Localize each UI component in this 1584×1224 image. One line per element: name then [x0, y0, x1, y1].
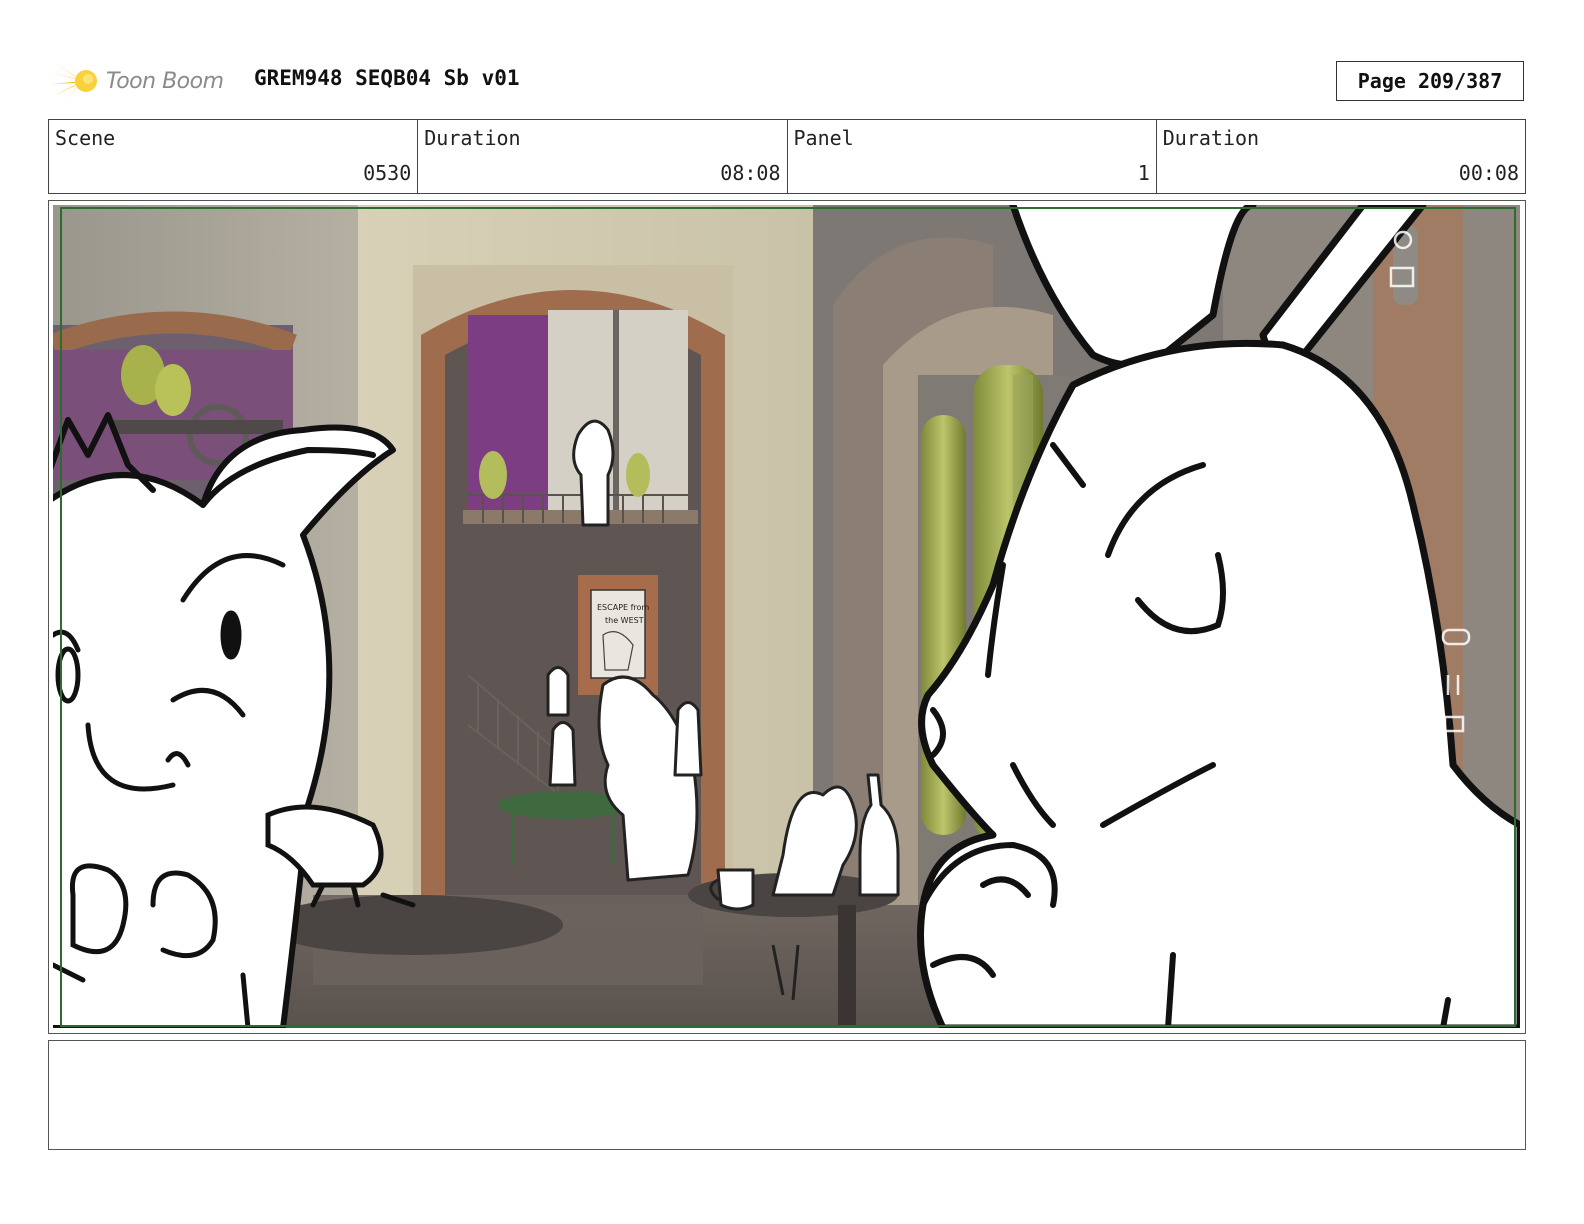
- logo-text: Toon Boom: [106, 68, 224, 94]
- page-counter: Page 209/387: [1336, 61, 1524, 101]
- panel-notes-box: [48, 1040, 1526, 1150]
- scene-duration-cell: Duration 08:08: [418, 120, 788, 193]
- scene-duration-label: Duration: [424, 126, 521, 150]
- panel-cell: Panel 1: [788, 120, 1157, 193]
- panel-duration-cell: Duration 00:08: [1157, 120, 1525, 193]
- page-label: Page 209/387: [1357, 69, 1503, 93]
- poster-line-1: ESCAPE from: [597, 603, 649, 612]
- panel-duration-label: Duration: [1162, 126, 1260, 150]
- toon-boom-logo: Toon Boom: [52, 56, 238, 106]
- panel-artwork: ESCAPE from the WEST: [53, 205, 1520, 1028]
- document-title: GREM948 SEQB04 Sb v01: [254, 66, 520, 90]
- scene-cell: Scene 0530: [49, 120, 419, 193]
- panel-illustration: ESCAPE from the WEST: [53, 205, 1520, 1028]
- poster-line-2: the WEST: [605, 616, 644, 625]
- panel-label: Panel: [793, 126, 854, 150]
- panel-value: 1: [1137, 161, 1150, 185]
- starburst-icon: [52, 58, 97, 104]
- scene-duration-value: 08:08: [720, 161, 781, 185]
- scene-label: Scene: [55, 126, 116, 150]
- panel-duration-value: 00:08: [1458, 161, 1519, 185]
- scene-info-table: Scene 0530 Duration 08:08 Panel 1 Durati…: [48, 119, 1526, 194]
- storyboard-panel: ESCAPE from the WEST: [48, 200, 1526, 1034]
- scene-value: 0530: [363, 161, 412, 185]
